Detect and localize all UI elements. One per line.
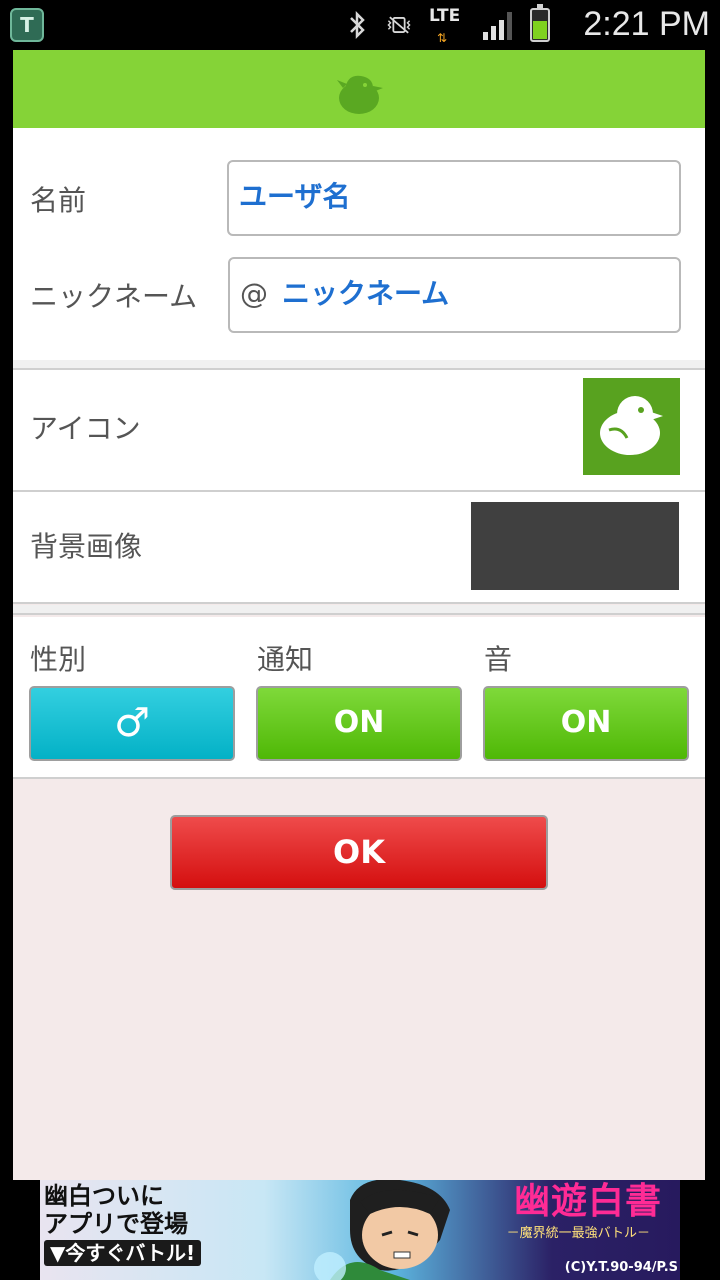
battery-icon	[530, 4, 550, 42]
icon-row[interactable]: アイコン	[13, 370, 705, 492]
background-image-label: 背景画像	[30, 530, 143, 563]
ad-headline-1: 幽白ついに	[44, 1182, 164, 1210]
signal-strength-icon	[483, 10, 512, 40]
ok-button[interactable]: OK	[170, 815, 548, 890]
icon-label: アイコン	[30, 412, 141, 445]
notification-toggle-label: ON	[333, 705, 385, 740]
toggle-settings-section: 性別 通知 音 ♂ ON ON	[13, 617, 705, 779]
avatar[interactable]	[583, 378, 680, 475]
status-bar: T LTE ⇅ 2:21 PM	[0, 0, 720, 50]
ad-banner[interactable]: 幽白ついに アプリで登場 ▼今すぐバトル! 幽遊白書 －魔界統一最強バトル－ (…	[40, 1180, 680, 1280]
nickname-value: ニックネーム	[282, 277, 450, 310]
sound-label: 音	[484, 643, 513, 676]
at-prefix: @	[240, 277, 268, 310]
background-image-thumbnail[interactable]	[471, 502, 679, 590]
profile-settings-panel: 名前 ユーザ名 ニックネーム @ ニックネーム アイコン 背景画像 性別 通知 音	[13, 50, 705, 1180]
bird-logo-icon	[337, 75, 383, 114]
vibrate-icon	[387, 16, 411, 34]
gender-label: 性別	[30, 643, 87, 676]
notification-label: 通知	[257, 643, 314, 676]
ad-cta: ▼今すぐバトル!	[44, 1240, 202, 1266]
nickname-field[interactable]: @ ニックネーム	[228, 257, 681, 333]
nickname-label: ニックネーム	[30, 280, 198, 313]
ad-character-illustration	[314, 1180, 450, 1280]
clock: 2:21 PM	[583, 5, 710, 43]
ok-button-label: OK	[333, 833, 385, 871]
sound-toggle-label: ON	[560, 705, 612, 740]
notification-toggle-button[interactable]: ON	[256, 686, 462, 761]
lte-indicator: LTE ⇅	[429, 8, 465, 45]
sound-toggle-button[interactable]: ON	[483, 686, 689, 761]
data-activity-icon: ⇅	[437, 31, 448, 45]
ad-copyright: (C)Y.T.90-94/P.S	[564, 1260, 678, 1275]
ad-headline-2: アプリで登場	[44, 1210, 188, 1238]
network-type: LTE	[429, 6, 461, 26]
app-header	[13, 50, 705, 128]
username-value: ユーザ名	[239, 180, 351, 213]
username-field[interactable]: ユーザ名	[227, 160, 681, 236]
section-divider	[13, 605, 705, 615]
bluetooth-icon	[350, 10, 365, 40]
section-divider	[13, 360, 705, 370]
ad-subtitle: －魔界統一最強バトル－	[506, 1226, 650, 1241]
ad-text-block: 幽白ついに アプリで登場 ▼今すぐバトル!	[44, 1182, 244, 1266]
name-label: 名前	[30, 184, 87, 217]
bird-avatar-icon	[600, 396, 663, 455]
app-notification-icon: T	[10, 8, 44, 42]
male-icon: ♂	[114, 700, 150, 746]
background-image-row[interactable]: 背景画像	[13, 492, 705, 604]
ad-logo-title: 幽遊白書	[513, 1181, 662, 1222]
status-icons: LTE ⇅	[345, 4, 550, 45]
gender-toggle-button[interactable]: ♂	[29, 686, 235, 761]
